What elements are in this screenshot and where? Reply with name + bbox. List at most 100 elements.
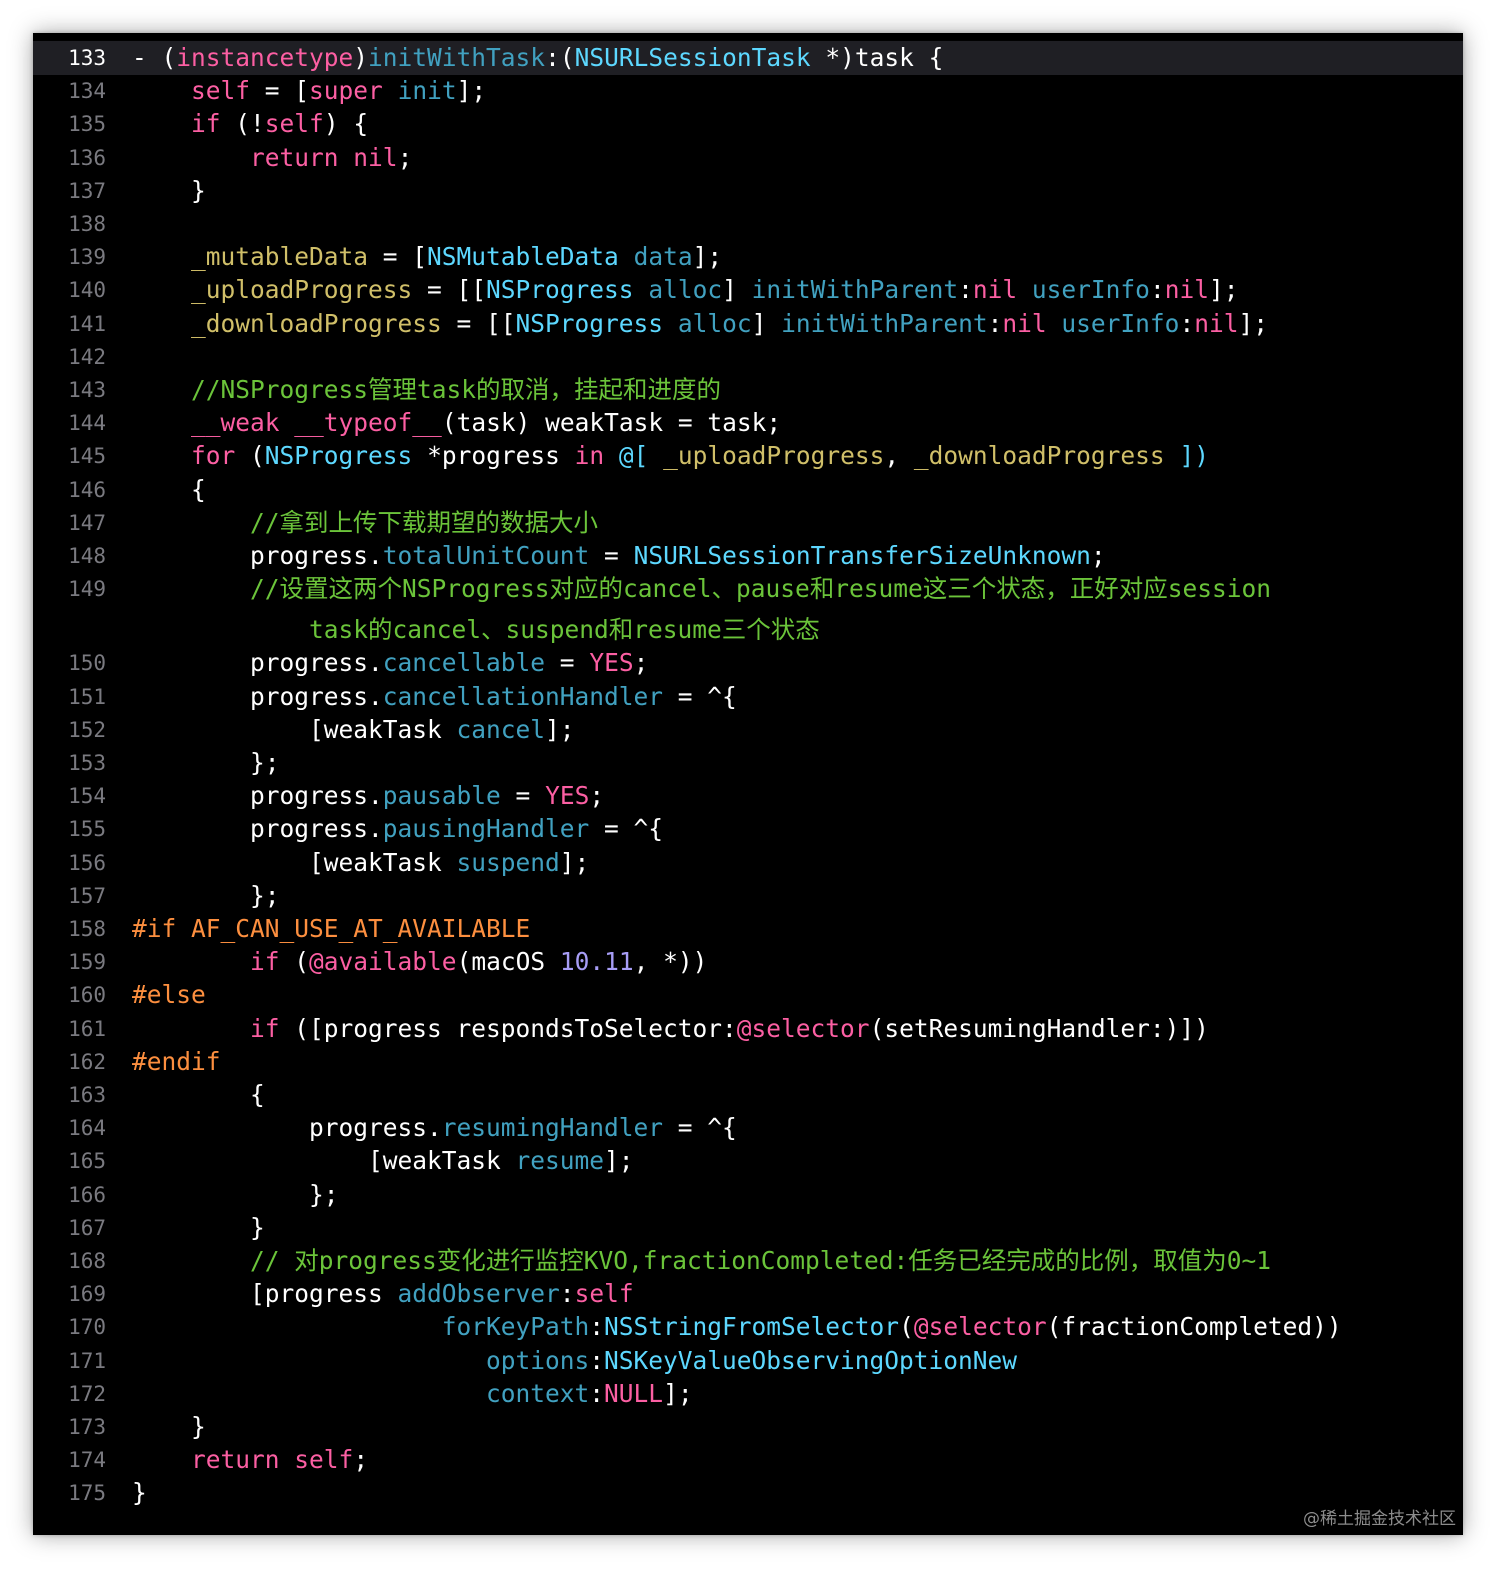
line-number: 158: [68, 917, 106, 941]
code-line[interactable]: 168 // 对progress变化进行监控KVO,fractionComple…: [33, 1244, 1463, 1278]
code-line[interactable]: 158 #if AF_CAN_USE_AT_AVAILABLE: [33, 912, 1463, 946]
code-line[interactable]: 162 #endif: [33, 1045, 1463, 1079]
code-token: ;: [353, 1445, 369, 1475]
code-line[interactable]: 166 };: [33, 1178, 1463, 1212]
code-token: // 对progress变化进行监控KVO,fractionCompleted:…: [250, 1246, 1272, 1275]
code-text: - (instancetype)initWithTask:(NSURLSessi…: [132, 41, 943, 75]
code-line[interactable]: 150 progress.cancellable = YES;: [33, 646, 1463, 680]
line-number: 155: [68, 817, 106, 842]
code-line[interactable]: 157 };: [33, 879, 1463, 913]
code-line[interactable]: 173 }: [33, 1410, 1463, 1444]
code-token: (macOS: [456, 947, 560, 977]
code-line[interactable]: 152 [weakTask cancel];: [33, 713, 1463, 747]
code-line[interactable]: 135 if (!self) {: [33, 107, 1463, 141]
code-token: NSProgress: [486, 275, 634, 305]
code-token: {: [191, 474, 206, 504]
code-line[interactable]: 170 forKeyPath:NSStringFromSelector(@sel…: [33, 1310, 1463, 1344]
code-line[interactable]: 147 //拿到上传下载期望的数据大小: [33, 506, 1463, 540]
code-token: (: [899, 1312, 914, 1342]
code-line[interactable]: 169 [progress addObserver:self: [33, 1277, 1463, 1311]
code-line[interactable]: 142: [33, 340, 1463, 374]
code-token: = ^{: [589, 814, 664, 844]
code-line[interactable]: 148 progress.totalUnitCount = NSURLSessi…: [33, 539, 1463, 573]
code-token: ;: [589, 781, 605, 811]
code-text: task的cancel、suspend和resume三个状态: [132, 613, 820, 647]
code-line[interactable]: 143 //NSProgress管理task的取消，挂起和进度的: [33, 373, 1463, 407]
code-token: }: [250, 1212, 265, 1242]
watermark: @稀土掘金技术社区: [1303, 1509, 1456, 1529]
line-number: 137: [68, 178, 106, 203]
code-text: // 对progress变化进行监控KVO,fractionCompleted:…: [132, 1244, 1271, 1278]
code-text: };: [132, 746, 280, 780]
code-token: (: [279, 947, 310, 977]
code-text: self = [super init];: [132, 74, 486, 108]
line-number: 163: [68, 1083, 106, 1107]
code-token: ]: [751, 308, 782, 338]
code-text: };: [132, 1178, 339, 1212]
line-number: 146: [68, 477, 106, 502]
code-token: ];: [604, 1146, 634, 1176]
code-token: self: [574, 1279, 634, 1309]
code-text: progress.pausingHandler = ^{: [132, 812, 663, 846]
code-line[interactable]: 141 _downloadProgress = [[NSProgress all…: [33, 307, 1463, 341]
code-line[interactable]: 145 for (NSProgress *progress in @[ _upl…: [33, 439, 1463, 473]
code-text: _uploadProgress = [[NSProgress alloc] in…: [132, 273, 1238, 307]
code-token: ];: [545, 714, 575, 744]
code-line[interactable]: 133 - (instancetype)initWithTask:(NSURLSe…: [33, 41, 1463, 75]
line-number: 141: [68, 311, 106, 336]
code-text: for (NSProgress *progress in @[ _uploadP…: [132, 439, 1209, 473]
code-line[interactable]: task的cancel、suspend和resume三个状态: [33, 613, 1463, 647]
code-line[interactable]: 160 #else: [33, 978, 1463, 1012]
line-number: 152: [68, 717, 106, 742]
code-line[interactable]: 164 progress.resumingHandler = ^{: [33, 1111, 1463, 1145]
code-line[interactable]: 174 return self;: [33, 1443, 1463, 1477]
line-number: 170: [68, 1315, 106, 1340]
code-token: ): [353, 43, 369, 72]
line-number: 174: [68, 1448, 106, 1473]
code-token: nil: [1002, 308, 1047, 338]
code-line[interactable]: 165 [weakTask resume];: [33, 1144, 1463, 1178]
code-line[interactable]: 163 {: [33, 1078, 1463, 1112]
line-number: 147: [68, 510, 106, 535]
code-token: :(: [545, 43, 575, 72]
code-line[interactable]: 153 };: [33, 746, 1463, 780]
code-line[interactable]: 156 [weakTask suspend];: [33, 846, 1463, 880]
code-text: return self;: [132, 1443, 368, 1477]
code-text: [weakTask suspend];: [132, 846, 589, 880]
code-line[interactable]: 159 if (@available(macOS 10.11, *)): [33, 945, 1463, 979]
code-line[interactable]: 144 __weak __typeof__(task) weakTask = t…: [33, 406, 1463, 440]
code-line[interactable]: 134 self = [super init];: [33, 74, 1463, 108]
code-line[interactable]: 167 }: [33, 1211, 1463, 1245]
code-text: [progress addObserver:self: [132, 1277, 634, 1311]
code-line[interactable]: 161 if ([progress respondsToSelector:@se…: [33, 1012, 1463, 1046]
code-token: :: [987, 308, 1003, 338]
code-token: @selector: [736, 1013, 870, 1043]
code-line[interactable]: 146 {: [33, 473, 1463, 507]
code-token: task的cancel、suspend和resume三个状态: [309, 615, 820, 645]
code-token: nil: [1164, 275, 1209, 305]
code-line[interactable]: 140 _uploadProgress = [[NSProgress alloc…: [33, 273, 1463, 307]
code-line[interactable]: 175}: [33, 1476, 1463, 1510]
code-line[interactable]: 149 //设置这两个NSProgress对应的cancel、pause和res…: [33, 572, 1463, 606]
code-line[interactable]: 155 progress.pausingHandler = ^{: [33, 812, 1463, 846]
code-text: }: [132, 1476, 147, 1510]
code-text: progress.cancellationHandler = ^{: [132, 680, 737, 714]
code-token: NSProgress: [515, 308, 664, 338]
code-line[interactable]: 139 _mutableData = [NSMutableData data];: [33, 240, 1463, 274]
code-line[interactable]: 154 progress.pausable = YES;: [33, 779, 1463, 813]
code-line[interactable]: 136 return nil;: [33, 141, 1463, 175]
code-line[interactable]: 138: [33, 207, 1463, 241]
code-line[interactable]: 151 progress.cancellationHandler = ^{: [33, 680, 1463, 714]
code-line[interactable]: 137 }: [33, 174, 1463, 208]
code-token: = [: [368, 242, 428, 272]
code-token: if: [250, 1013, 280, 1043]
code-editor[interactable]: 133- (instancetype)initWithTask:(NSURLSe…: [33, 33, 1463, 1535]
code-token: :: [589, 1345, 605, 1375]
code-text: {: [132, 1078, 265, 1112]
code-line[interactable]: 171 options:NSKeyValueObservingOptionNew: [33, 1344, 1463, 1378]
code-line[interactable]: 172 context:NULL];: [33, 1377, 1463, 1411]
